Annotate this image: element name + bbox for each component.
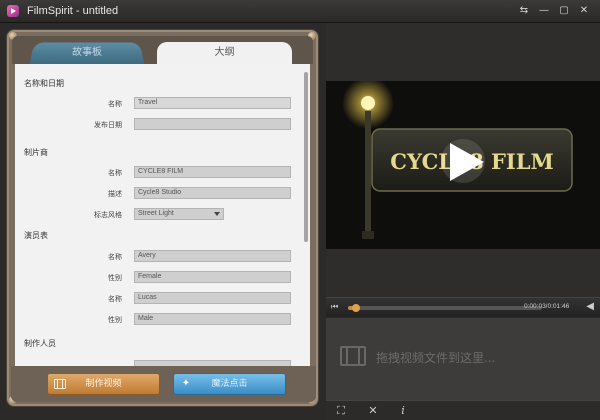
logo-style-value: Street Light (138, 210, 174, 217)
cast-name-input[interactable]: Lucas (134, 292, 291, 304)
logo-style-select[interactable]: Street Light (134, 208, 224, 220)
window-controls: ⇆ — ▢ ✕ (514, 3, 594, 19)
delete-icon[interactable]: ✕ (364, 403, 382, 419)
chevron-down-icon (214, 212, 220, 216)
minimize-button[interactable]: — (534, 3, 554, 19)
magic-click-button[interactable]: ✦ 魔法点击 (173, 373, 286, 395)
preview-letterbox-bottom (326, 249, 600, 297)
action-bar: 制作视频 ✦ 魔法点击 (11, 366, 316, 402)
section-name-date: 名称和日期 (24, 79, 64, 88)
release-date-label: 发布日期 (94, 121, 122, 129)
cast-gender-label: 性别 (108, 316, 122, 324)
preview-letterbox-top (326, 23, 600, 81)
crop-icon[interactable]: ⛶ (332, 403, 350, 419)
release-date-input[interactable] (134, 118, 291, 130)
cast-gender-input[interactable]: Male (134, 313, 291, 325)
cast-gender-input[interactable]: Female (134, 271, 291, 283)
drop-hint-text: 拖拽视频文件到这里... (376, 351, 496, 365)
producer-desc-label: 描述 (108, 190, 122, 198)
tab-outline[interactable]: 大纲 (157, 42, 292, 64)
vertical-scrollbar[interactable] (304, 68, 308, 388)
video-preview[interactable]: CYCLE8 FILM (326, 81, 600, 249)
volume-icon[interactable]: ◀ (586, 301, 594, 312)
tab-label: 故事板 (71, 47, 103, 59)
player-controls: ⏮ 0:00:03/0:01:46 ◀ (326, 297, 600, 317)
magic-wand-icon: ✦ (181, 378, 191, 389)
cast-gender-label: 性别 (108, 274, 122, 282)
tab-label: 大纲 (214, 47, 235, 58)
tab-bar: 故事板 大纲 (12, 36, 313, 65)
restore-icon[interactable]: ⇆ (514, 3, 534, 19)
video-drop-area[interactable]: 拖拽视频文件到这里... (326, 318, 600, 400)
cast-name-input[interactable]: Avery (134, 250, 291, 262)
info-icon[interactable]: i (394, 403, 412, 419)
title-bar: FilmSpirit - untitled ⇆ — ▢ ✕ (0, 0, 600, 23)
window-title: FilmSpirit - untitled (27, 5, 119, 17)
close-button[interactable]: ✕ (574, 3, 594, 19)
magic-click-label: 魔法点击 (211, 379, 248, 389)
section-crew: 制作人员 (24, 339, 56, 348)
title-name-input[interactable]: Travel (134, 97, 291, 109)
app-icon (7, 5, 19, 17)
skip-back-icon[interactable]: ⏮ (331, 302, 338, 312)
clip-toolbar: ⛶ ✕ i (326, 400, 600, 420)
film-icon (54, 379, 66, 389)
tab-storyboard[interactable]: 故事板 (29, 42, 145, 65)
logo-style-label: 标志风格 (94, 211, 122, 219)
make-video-button[interactable]: 制作视频 (47, 373, 160, 395)
progress-knob[interactable] (351, 304, 360, 312)
section-cast: 演员表 (24, 231, 48, 240)
producer-name-input[interactable]: CYCLE8 FILM (134, 166, 291, 178)
preview-frame: CYCLE8 FILM (326, 81, 600, 249)
make-video-label: 制作视频 (85, 379, 122, 389)
outline-panel: 故事板 大纲 名称和日期 名称 Travel 发布日期 制片商 名称 CYCLE… (6, 29, 319, 407)
name-label: 名称 (108, 100, 122, 108)
film-strip-icon (340, 346, 366, 366)
section-producer: 制片商 (24, 148, 48, 157)
outline-form: 名称和日期 名称 Travel 发布日期 制片商 名称 CYCLE8 FILM … (15, 64, 310, 394)
progress-bar[interactable] (348, 304, 542, 312)
cast-name-label: 名称 (108, 253, 122, 261)
producer-name-label: 名称 (108, 169, 122, 177)
playback-time: 0:00:03/0:01:46 (524, 303, 570, 310)
maximize-button[interactable]: ▢ (554, 3, 574, 19)
cast-name-label: 名称 (108, 295, 122, 303)
producer-desc-input[interactable]: Cycle8 Studio (134, 187, 291, 199)
scrollbar-thumb[interactable] (304, 72, 308, 242)
